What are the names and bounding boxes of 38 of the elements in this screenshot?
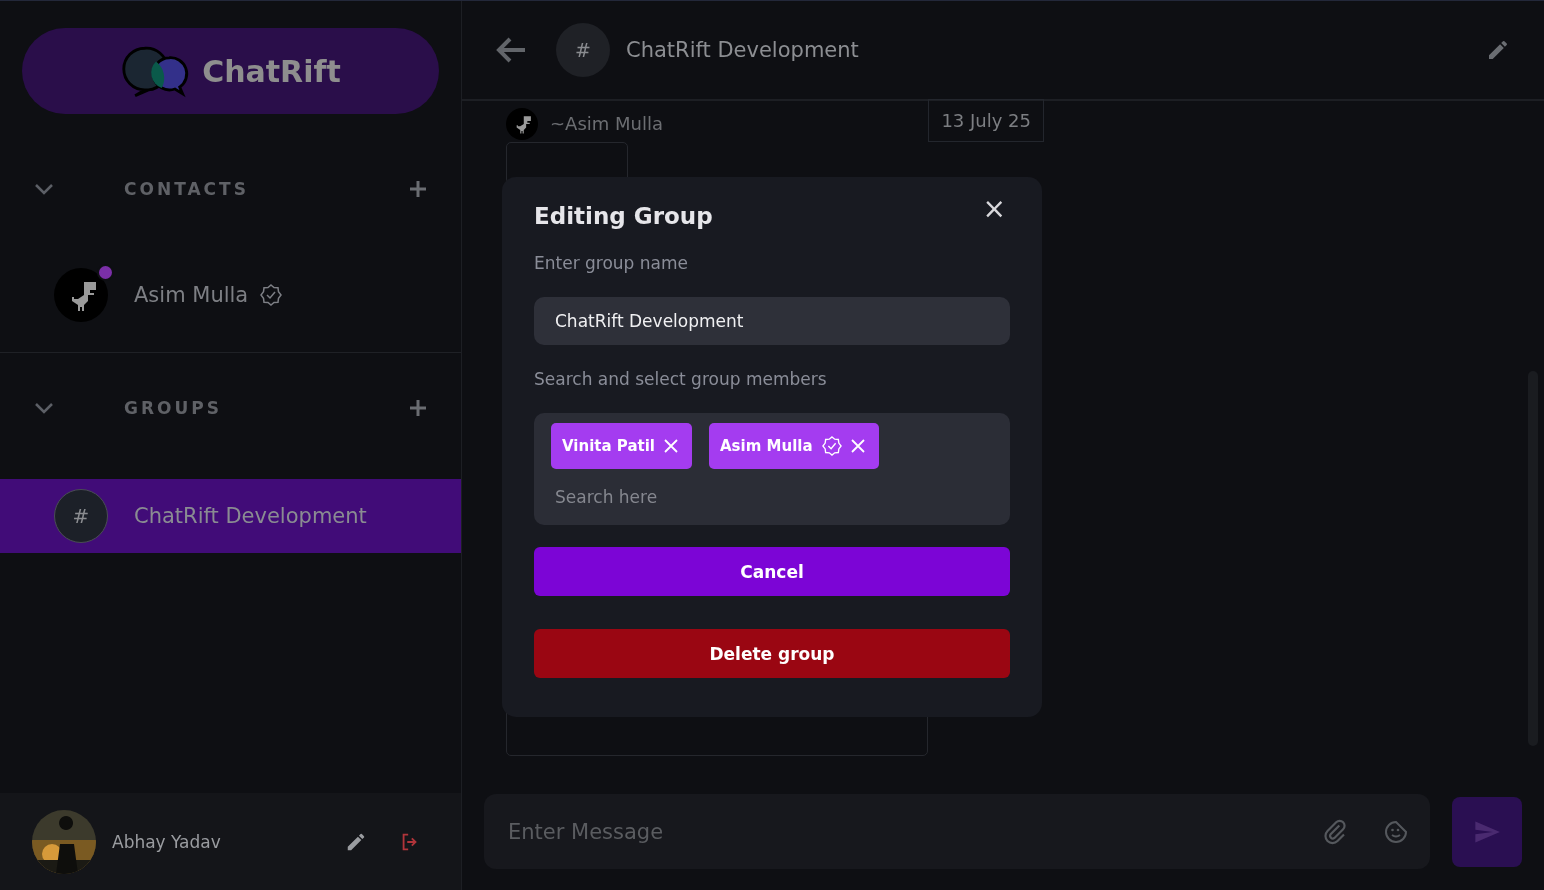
member-chip[interactable]: Asim Mulla	[709, 423, 879, 469]
item-name: Asim Mulla	[134, 283, 249, 307]
message-field[interactable]: Enter Message	[484, 794, 1430, 869]
dialog-title: Editing Group	[534, 203, 713, 229]
field-label: Search and select group members	[534, 369, 828, 389]
delete-group-button[interactable]: Delete group	[534, 629, 1010, 678]
user-name: Abhay Yadav	[112, 831, 222, 852]
member-chip[interactable]: Vinita Patil	[551, 423, 692, 469]
paperclip-icon[interactable]	[1322, 818, 1348, 845]
chat-title: ChatRift Development	[626, 38, 860, 62]
dinosaur-avatar-icon	[54, 268, 108, 322]
cancel-button[interactable]: Cancel	[534, 547, 1010, 596]
edit-icon[interactable]	[1486, 38, 1510, 62]
remove-icon[interactable]	[850, 439, 865, 453]
message-input[interactable]: Enter Message	[506, 818, 1286, 845]
section-title: GROUPS	[124, 398, 223, 418]
chevron-icon[interactable]	[34, 402, 54, 414]
field-label: Enter group name	[534, 253, 690, 273]
group-name-field[interactable]: ChatRift Development	[534, 297, 1010, 345]
group-avatar: #	[556, 23, 610, 77]
member-search-field[interactable]: Vinita Patil Asim Mulla Search here	[534, 413, 1010, 525]
app-name: ChatRift	[202, 53, 341, 89]
section-title: CONTACTS	[124, 179, 250, 199]
chevron-icon[interactable]	[34, 183, 54, 195]
sticker-icon[interactable]	[1384, 819, 1408, 844]
search-input[interactable]: Search here	[551, 481, 993, 513]
back-arrow-icon[interactable]	[496, 37, 526, 63]
group-avatar: #	[54, 489, 108, 543]
add-icon[interactable]	[409, 399, 427, 417]
item-name: ChatRift Development	[134, 504, 367, 528]
date-label: 13 July 25	[928, 99, 1044, 142]
close-button[interactable]: ×	[978, 195, 1010, 223]
remove-icon[interactable]	[664, 439, 678, 453]
sidebar-item[interactable]: # ChatRift Development	[0, 479, 461, 553]
sender-name: ~Asim Mulla	[550, 113, 664, 134]
sidebar-item[interactable]: Asim Mulla	[0, 258, 461, 332]
add-icon[interactable]	[409, 180, 427, 198]
dinosaur-avatar-icon	[506, 107, 538, 140]
